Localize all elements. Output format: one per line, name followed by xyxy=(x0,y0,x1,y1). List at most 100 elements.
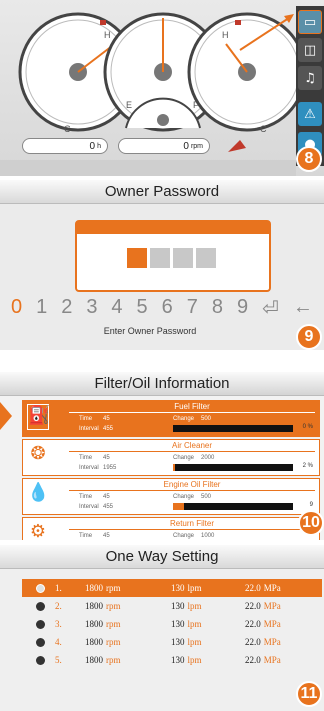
time-label: Time xyxy=(79,533,93,539)
change-label: Change xyxy=(173,455,195,461)
password-hint: Enter Owner Password xyxy=(103,326,197,336)
owner-password-screen: Owner Password 0 1 2 3 4 5 6 7 8 9 ⏎ ← E… xyxy=(0,180,324,350)
speed-unit: rpm xyxy=(106,619,121,629)
one-way-table: 1. 1800 rpm 130 lpm 22.0 MPa 2. 1800 rpm 130… xyxy=(22,579,322,669)
speed-value: 1800 xyxy=(85,637,103,647)
digit-keypad: 0 1 2 3 4 5 6 7 8 9 ⏎ ← xyxy=(0,296,324,321)
change-label: Change xyxy=(173,533,195,539)
pressure-unit: MPa xyxy=(263,619,281,629)
rpm-unit: rpm xyxy=(190,142,203,150)
change-value: 500 xyxy=(201,416,212,422)
filter-row-return[interactable]: ⚙ Return Filter Time 45 Change 1000 xyxy=(22,517,320,540)
speed-unit: rpm xyxy=(106,601,121,611)
speed-value: 1800 xyxy=(85,655,103,665)
table-row[interactable]: 4. 1800 rpm 130 lpm 22.0 MPa xyxy=(22,633,322,651)
change-label: Change xyxy=(173,416,195,422)
flow-value: 130 xyxy=(171,583,185,593)
progress-percent: 9 xyxy=(309,502,313,508)
time-value: 45 xyxy=(103,494,110,500)
row-index: 3. xyxy=(55,619,62,629)
time-label: Time xyxy=(79,455,93,461)
digit-key[interactable]: 6 xyxy=(162,296,173,321)
speed-unit: rpm xyxy=(106,655,121,665)
speed-unit: rpm xyxy=(106,583,121,593)
monitor-icon[interactable]: ▭ xyxy=(298,10,322,34)
filter-row-air[interactable]: ❂ Air Cleaner Time 45 Change 2000 Interv… xyxy=(22,439,320,476)
row-index: 2. xyxy=(55,601,62,611)
speed-unit: rpm xyxy=(106,637,121,647)
pressure-value: 22.0 xyxy=(245,619,261,629)
pressure-value: 22.0 xyxy=(245,601,261,611)
filter-name: Engine Oil Filter xyxy=(69,480,315,491)
table-row[interactable]: 3. 1800 rpm 130 lpm 22.0 MPa xyxy=(22,615,322,633)
filter-name: Fuel Filter xyxy=(69,402,315,413)
password-cell xyxy=(127,248,147,268)
password-cells xyxy=(127,248,216,268)
music-icon[interactable]: ♫ xyxy=(298,66,322,90)
interval-value: 455 xyxy=(103,504,114,510)
digit-key[interactable]: 8 xyxy=(212,296,223,321)
flow-unit: lpm xyxy=(187,601,202,611)
interval-label: Interval xyxy=(79,504,99,510)
backspace-key-icon[interactable]: ← xyxy=(293,296,313,321)
time-value: 45 xyxy=(103,455,110,461)
filter-row-fuel[interactable]: ⛽ Fuel Filter Time 45 Change 500 Interva… xyxy=(22,400,320,437)
digit-key[interactable]: 3 xyxy=(86,296,97,321)
time-value: 45 xyxy=(103,533,110,539)
row-radio-icon xyxy=(36,637,45,647)
speed-value: 1800 xyxy=(85,583,103,593)
row-index: 1. xyxy=(55,583,62,593)
step-badge-10: 10 xyxy=(298,510,324,536)
warning-icon[interactable]: ⚠ xyxy=(298,102,322,126)
flow-unit: lpm xyxy=(187,619,202,629)
filter-name: Air Cleaner xyxy=(69,441,315,452)
table-row[interactable]: 2. 1800 rpm 130 lpm 22.0 MPa xyxy=(22,597,322,615)
filter-oil-info-screen: Filter/Oil Information ⛽ Fuel Filter Tim… xyxy=(0,372,324,540)
progress-percent: 0 % xyxy=(302,424,313,430)
interval-label: Interval xyxy=(79,426,99,432)
step-badge-8: 8 xyxy=(296,146,322,172)
progress-bar xyxy=(173,464,293,471)
left-gauge-c-label: C xyxy=(64,124,71,134)
row-radio-icon xyxy=(36,583,45,593)
filter-row-engine-oil[interactable]: 💧 Engine Oil Filter Time 45 Change 500 I… xyxy=(22,478,320,515)
interval-label: Interval xyxy=(79,465,99,471)
digit-key[interactable]: 5 xyxy=(137,296,148,321)
flow-unit: lpm xyxy=(187,637,202,647)
change-value: 500 xyxy=(201,494,212,500)
digit-key[interactable]: 1 xyxy=(36,296,47,321)
progress-fill xyxy=(173,464,176,471)
engine-oil-icon: 💧 xyxy=(27,482,50,503)
pressure-unit: MPa xyxy=(263,655,281,665)
enter-key-icon[interactable]: ⏎ xyxy=(262,296,279,321)
pressure-value: 22.0 xyxy=(245,637,261,647)
digit-key[interactable]: 2 xyxy=(61,296,72,321)
progress-percent: 2 % xyxy=(302,463,313,469)
table-row[interactable]: 5. 1800 rpm 130 lpm 22.0 MPa xyxy=(22,651,322,669)
camera-icon[interactable]: ◫ xyxy=(298,38,322,62)
table-row[interactable]: 1. 1800 rpm 130 lpm 22.0 MPa xyxy=(22,579,322,597)
pressure-unit: MPa xyxy=(263,601,281,611)
time-label: Time xyxy=(79,494,93,500)
digit-key[interactable]: 7 xyxy=(187,296,198,321)
digit-key[interactable]: 4 xyxy=(111,296,122,321)
flow-value: 130 xyxy=(171,655,185,665)
air-cleaner-icon: ❂ xyxy=(30,443,46,464)
page-title: One Way Setting xyxy=(0,545,324,569)
change-value: 2000 xyxy=(201,455,215,461)
interval-value: 1955 xyxy=(103,465,117,471)
password-cell xyxy=(173,248,193,268)
digit-key[interactable]: 0 xyxy=(11,296,22,321)
flow-unit: lpm xyxy=(187,583,202,593)
time-label: Time xyxy=(79,416,93,422)
pressure-value: 22.0 xyxy=(245,655,261,665)
pressure-value: 22.0 xyxy=(245,583,261,593)
rpm-readout: 0 rpm xyxy=(118,138,210,154)
one-way-setting-screen: One Way Setting 1. 1800 rpm 130 lpm 22.0 MP… xyxy=(0,545,324,711)
digit-key[interactable]: 9 xyxy=(237,296,248,321)
pressure-unit: MPa xyxy=(263,583,281,593)
side-menu-bar: ▭ ◫ ♫ ⚠ ● xyxy=(296,6,324,166)
gauge-cluster-screen: H C E F H C 0 h 0 rpm ▭ ◫ ♫ ⚠ ● 8 xyxy=(0,0,324,176)
password-cell xyxy=(150,248,170,268)
right-gauge-c-label: C xyxy=(260,124,267,134)
